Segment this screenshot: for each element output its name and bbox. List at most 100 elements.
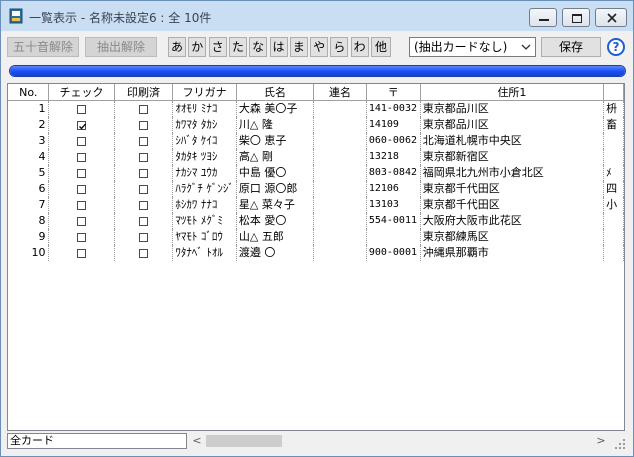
printed-checkbox	[114, 196, 174, 213]
kana-button-3[interactable]: た	[228, 37, 247, 57]
title-bar[interactable]: 一覧表示 - 名称未設定6 : 全 10件	[1, 1, 633, 31]
address-cell: 北海道札幌市中央区	[420, 132, 605, 149]
check-checkbox-box[interactable]	[77, 232, 87, 242]
check-checkbox	[48, 244, 115, 261]
check-checkbox	[48, 212, 115, 229]
check-mark-icon	[79, 123, 87, 129]
check-checkbox-box[interactable]	[77, 216, 87, 226]
kana-button-0[interactable]: あ	[168, 37, 186, 57]
resize-grip-icon[interactable]	[613, 437, 627, 451]
printed-checkbox	[114, 116, 174, 133]
table-row[interactable]: 6 ﾊﾗｸﾞﾁ ｹﾞﾝｼﾞ 原口 源〇郎 12106 東京都千代田区四	[8, 180, 624, 197]
help-icon[interactable]: ?	[607, 38, 625, 56]
column-header-7[interactable]: 住所1	[420, 84, 605, 101]
window-title: 一覧表示 - 名称未設定6 : 全 10件	[29, 11, 212, 25]
chevron-right-icon[interactable]: >	[593, 433, 609, 449]
card-table: No. チェック 印刷済 フリガナ 氏名 連名〒住所1 1 ｵｵﾓﾘ ﾐﾅｺ 大森 美〇子 14…	[8, 84, 624, 261]
scrollbar-thumb[interactable]	[206, 435, 282, 447]
kana-button-5[interactable]: は	[269, 37, 288, 57]
column-header-8[interactable]	[603, 84, 624, 101]
overflow-cell: ﾒ	[603, 164, 624, 181]
check-checkbox-box[interactable]	[77, 248, 87, 258]
address-cell: 東京都品川区	[420, 116, 605, 133]
printed-checkbox	[114, 164, 174, 181]
gojuon-clear-button[interactable]: 五十音解除	[7, 37, 79, 57]
kana-button-4[interactable]: な	[249, 37, 268, 57]
overflow-cell: 四	[603, 180, 624, 197]
check-checkbox-box[interactable]	[77, 184, 87, 194]
maximize-icon	[572, 14, 582, 23]
table-row[interactable]: 4 ﾀｶﾀｷ ﾂﾖｼ 高△ 剛 13218 東京都新宿区	[8, 148, 624, 165]
column-header-3[interactable]: フリガナ	[172, 84, 237, 101]
check-checkbox-box[interactable]	[77, 136, 87, 146]
table-row[interactable]: 7 ﾎｼｶﾜ ﾅﾅｺ 星△ 菜々子 13103 東京都千代田区小	[8, 196, 624, 213]
kana-button-8[interactable]: ら	[330, 37, 349, 57]
furigana-cell: ｵｵﾓﾘ ﾐﾅｺ	[172, 100, 237, 117]
kana-button-1[interactable]: か	[188, 37, 207, 57]
column-header-6[interactable]: 〒	[366, 84, 421, 101]
overflow-cell	[603, 148, 624, 165]
chevron-left-icon[interactable]: <	[189, 433, 205, 449]
maximize-button[interactable]	[562, 8, 590, 27]
kana-button-9[interactable]: わ	[350, 37, 369, 57]
extract-card-select[interactable]: (抽出カードなし)	[409, 37, 536, 57]
table-row[interactable]: 3 ｼﾊﾞﾀ ｹｲｺ 柴〇 恵子 060-0062 北海道札幌市中央区	[8, 132, 624, 149]
column-header-4[interactable]: 氏名	[236, 84, 315, 101]
address-book-icon	[9, 8, 23, 24]
printed-checkbox-box[interactable]	[138, 248, 148, 258]
extract-clear-button[interactable]: 抽出解除	[85, 37, 157, 57]
row-number: 7	[8, 196, 50, 213]
table-row[interactable]: 2 ｶﾜﾏﾀ ﾀｶｼ 川△ 隆 14109 東京都品川区畜	[8, 116, 624, 133]
table-row[interactable]: 5 ﾅｶｼﾏ ﾕｳｶ 中島 優〇 803-0842 福岡県北九州市小倉北区ﾒ	[8, 164, 624, 181]
table-row[interactable]: 10 ﾜﾀﾅﾍﾞ ﾄｵﾙ 渡邉 〇 900-0001 沖縄県那覇市	[8, 244, 624, 261]
name-cell: 松本 愛〇	[236, 212, 315, 229]
column-header-1[interactable]: チェック	[48, 84, 115, 101]
check-checkbox-box[interactable]	[77, 152, 87, 162]
check-checkbox-box[interactable]	[77, 200, 87, 210]
furigana-cell: ﾔﾏﾓﾄ ｺﾞﾛｳ	[172, 228, 237, 245]
name-cell: 山△ 五郎	[236, 228, 315, 245]
table-row[interactable]: 9 ﾔﾏﾓﾄ ｺﾞﾛｳ 山△ 五郎 東京都練馬区	[8, 228, 624, 245]
check-checkbox-box[interactable]	[77, 120, 87, 130]
printed-checkbox-box[interactable]	[138, 120, 148, 130]
check-checkbox-box[interactable]	[77, 104, 87, 114]
check-checkbox	[48, 100, 115, 117]
printed-checkbox-box[interactable]	[138, 200, 148, 210]
printed-checkbox	[114, 228, 174, 245]
kana-button-6[interactable]: ま	[289, 37, 308, 57]
overflow-cell	[603, 212, 624, 229]
kana-button-10[interactable]: 他	[371, 37, 391, 57]
name-cell: 柴〇 恵子	[236, 132, 315, 149]
save-button[interactable]: 保存	[541, 37, 601, 57]
table-row[interactable]: 8 ﾏﾂﾓﾄ ﾒｸﾞﾐ 松本 愛〇 554-0011 大阪府大阪市此花区	[8, 212, 624, 229]
table-row[interactable]: 1 ｵｵﾓﾘ ﾐﾅｺ 大森 美〇子 141-0032 東京都品川区枡	[8, 100, 624, 117]
printed-checkbox-box[interactable]	[138, 184, 148, 194]
minimize-button[interactable]	[529, 8, 557, 27]
printed-checkbox-box[interactable]	[138, 104, 148, 114]
row-number: 8	[8, 212, 50, 229]
kana-button-7[interactable]: や	[310, 37, 329, 57]
horizontal-scrollbar[interactable]: < >	[189, 433, 609, 449]
address-cell: 福岡県北九州市小倉北区	[420, 164, 605, 181]
printed-checkbox-box[interactable]	[138, 168, 148, 178]
card-list-grid[interactable]: No. チェック 印刷済 フリガナ 氏名 連名〒住所1 1 ｵｵﾓﾘ ﾐﾅｺ 大森 美〇子 14…	[7, 83, 625, 431]
check-checkbox-box[interactable]	[77, 168, 87, 178]
printed-checkbox-box[interactable]	[138, 136, 148, 146]
zip-cell: 13103	[366, 196, 421, 213]
column-header-5[interactable]: 連名	[313, 84, 367, 101]
card-set-status[interactable]: 全カード	[7, 433, 187, 449]
printed-checkbox-box[interactable]	[138, 152, 148, 162]
name-cell: 高△ 剛	[236, 148, 315, 165]
name-cell: 川△ 隆	[236, 116, 315, 133]
address-cell: 沖縄県那覇市	[420, 244, 605, 261]
renmei-cell	[313, 116, 367, 133]
renmei-cell	[313, 148, 367, 165]
printed-checkbox-box[interactable]	[138, 216, 148, 226]
column-header-2[interactable]: 印刷済	[114, 84, 174, 101]
furigana-cell: ﾊﾗｸﾞﾁ ｹﾞﾝｼﾞ	[172, 180, 237, 197]
close-button[interactable]	[595, 8, 627, 27]
renmei-cell	[313, 164, 367, 181]
kana-button-2[interactable]: さ	[208, 37, 227, 57]
printed-checkbox-box[interactable]	[138, 232, 148, 242]
column-header-0[interactable]: No.	[8, 84, 50, 101]
